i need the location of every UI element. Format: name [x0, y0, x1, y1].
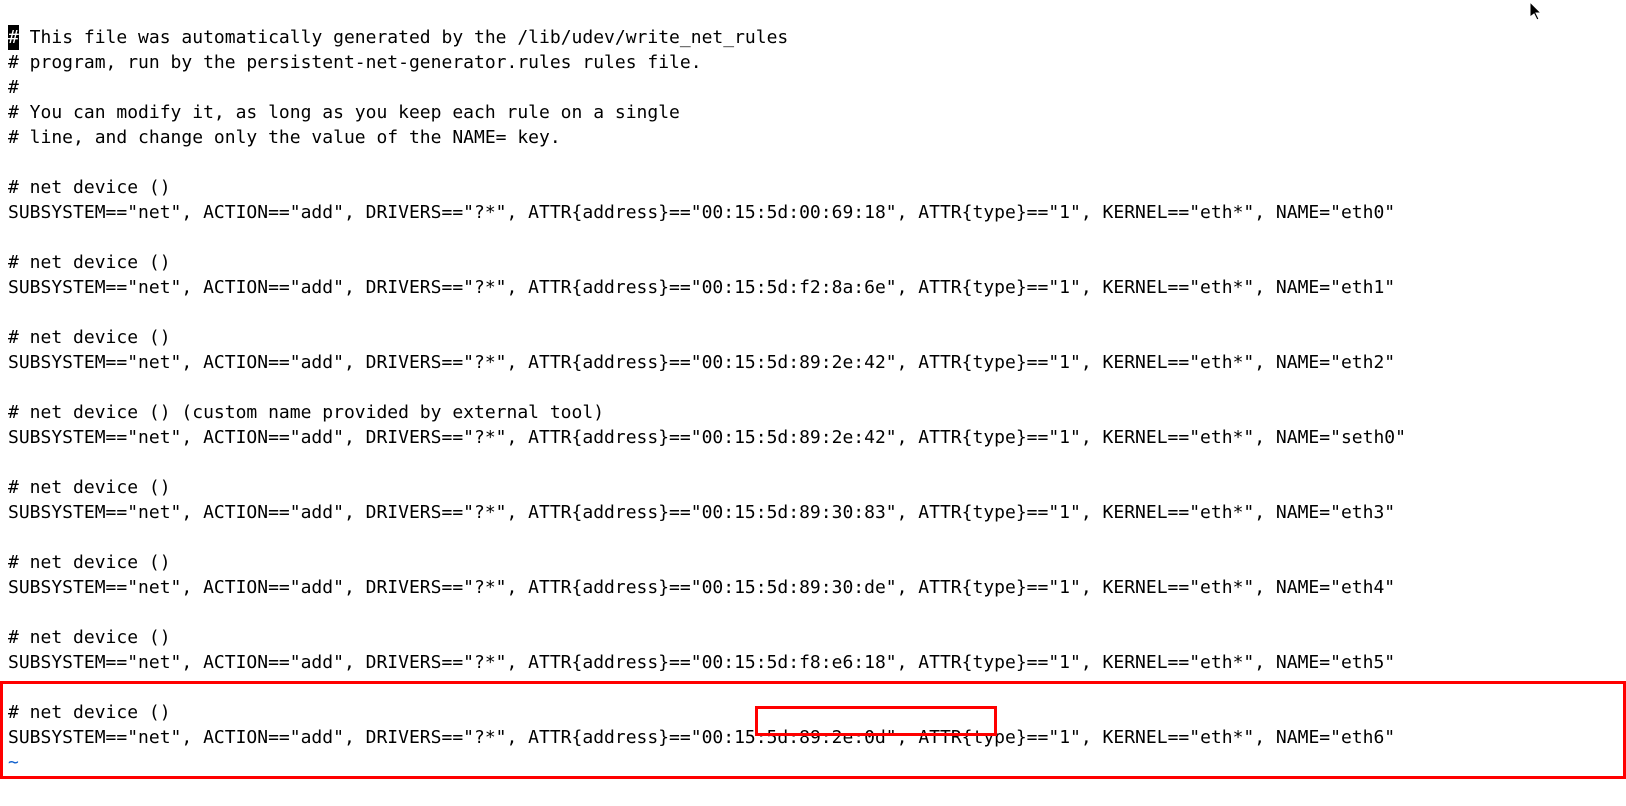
rule-line: SUBSYSTEM=="net", ACTION=="add", DRIVERS… — [8, 352, 1395, 373]
rule-comment: # net device () — [8, 477, 171, 498]
rule-comment: # net device () — [8, 327, 171, 348]
rule-comment: # net device () — [8, 552, 171, 573]
rule-line: SUBSYSTEM=="net", ACTION=="add", DRIVERS… — [8, 427, 1406, 448]
rule-line: SUBSYSTEM=="net", ACTION=="add", DRIVERS… — [8, 277, 1395, 298]
rule-comment: # net device () (custom name provided by… — [8, 402, 604, 423]
rule-comment: # net device () — [8, 702, 171, 723]
rule-comment: # net device () — [8, 177, 171, 198]
text-editor-viewport[interactable]: # This file was automatically generated … — [0, 0, 1626, 775]
rule-line: SUBSYSTEM=="net", ACTION=="add", DRIVERS… — [8, 652, 1395, 673]
empty-line-tilde: ~ — [8, 752, 19, 773]
cursor-cell: # — [8, 25, 19, 50]
rule-comment: # net device () — [8, 627, 171, 648]
file-line: # — [8, 77, 19, 98]
rule-line: SUBSYSTEM=="net", ACTION=="add", DRIVERS… — [8, 727, 1395, 748]
rule-line: SUBSYSTEM=="net", ACTION=="add", DRIVERS… — [8, 202, 1395, 223]
file-line: # line, and change only the value of the… — [8, 127, 561, 148]
file-line: # You can modify it, as long as you keep… — [8, 102, 680, 123]
rule-line: SUBSYSTEM=="net", ACTION=="add", DRIVERS… — [8, 502, 1395, 523]
file-line: # program, run by the persistent-net-gen… — [8, 52, 702, 73]
rule-comment: # net device () — [8, 252, 171, 273]
highlighted-mac: "00:15:5d:89:2e:0d" — [691, 727, 897, 748]
file-line: # This file was automatically generated … — [8, 27, 788, 48]
rule-line: SUBSYSTEM=="net", ACTION=="add", DRIVERS… — [8, 577, 1395, 598]
